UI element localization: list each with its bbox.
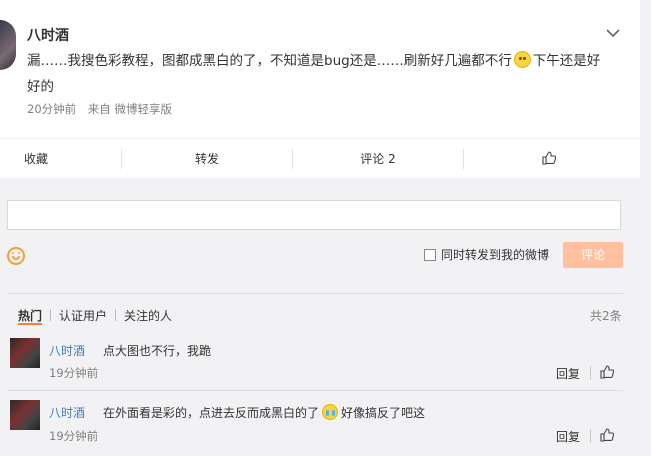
commenter-avatar[interactable] <box>10 400 40 430</box>
post-time[interactable]: 20分钟前 <box>27 102 76 116</box>
thumbs-up-icon[interactable] <box>600 365 614 379</box>
also-forward-label[interactable]: 同时转发到我的微博 <box>441 246 549 263</box>
post-content: 漏……我搜色彩教程，图都成黑白的了，不知道是bug还是……刷新好几遍都不行 下午还… <box>27 48 612 100</box>
reply-button[interactable]: 回复 <box>556 365 580 382</box>
thumbs-up-icon[interactable] <box>600 428 614 442</box>
active-tab-underline <box>18 323 42 325</box>
commenter-name[interactable]: 八时酒 <box>49 342 85 359</box>
also-forward-checkbox[interactable] <box>424 249 436 261</box>
comment-time: 19分钟前 <box>49 429 99 443</box>
crying-emoji-icon <box>322 404 339 420</box>
comment-input[interactable] <box>7 200 621 230</box>
tab-following[interactable]: 关注的人 <box>124 307 172 324</box>
comment-text: 点大图也不行，我跪 <box>103 344 212 358</box>
comment-section: 同时转发到我的微博 评论 热门 认证用户 关注的人 共2条 八时酒 点大图也不行，我… <box>0 178 640 456</box>
comment-text: 在外面看是彩的，点进去反而成黑白的了 好像搞反了吧这 <box>103 404 425 421</box>
forward-button[interactable]: 转发 <box>122 139 292 179</box>
comment-count: 共2条 <box>590 309 622 323</box>
post-author-name[interactable]: 八时酒 <box>27 25 69 45</box>
reply-like-divider <box>590 366 591 380</box>
comment-time: 19分钟前 <box>49 366 99 380</box>
post-meta: 20分钟前 来自 微博轻享版 <box>27 101 180 117</box>
comment-divider <box>7 390 623 391</box>
tab-divider <box>115 309 117 321</box>
emoji-picker-icon[interactable] <box>7 247 25 265</box>
section-divider <box>7 293 623 294</box>
thumbs-up-icon <box>542 151 557 165</box>
tab-hot[interactable]: 热门 <box>18 307 42 324</box>
post-card: 八时酒 漏……我搜色彩教程，图都成黑白的了，不知道是bug还是……刷新好几遍都不… <box>0 0 640 179</box>
post-text-part1: 漏……我搜色彩教程，图都成黑白的了，不知道是bug还是……刷新好几遍都不行 <box>27 53 512 69</box>
grin-emoji-icon <box>513 51 531 68</box>
author-avatar[interactable] <box>0 20 16 70</box>
commenter-name[interactable]: 八时酒 <box>49 404 85 421</box>
comment-button[interactable]: 评论 2 <box>293 139 463 179</box>
comment-text-part2: 好像搞反了吧这 <box>341 406 426 420</box>
commenter-avatar[interactable] <box>10 338 40 368</box>
reply-button[interactable]: 回复 <box>556 428 580 445</box>
post-source: 来自 微博轻享版 <box>87 102 172 116</box>
tab-verified[interactable]: 认证用户 <box>59 307 107 324</box>
post-actions: 收藏 转发 评论 2 <box>0 138 640 179</box>
tab-divider <box>50 309 52 321</box>
comment-text-part1: 在外面看是彩的，点进去反而成黑白的了 <box>103 406 320 420</box>
like-button[interactable] <box>464 139 634 179</box>
favorite-button[interactable]: 收藏 <box>0 139 72 179</box>
chevron-down-icon[interactable] <box>605 26 621 40</box>
submit-comment-button[interactable]: 评论 <box>563 242 623 268</box>
reply-like-divider <box>590 429 591 443</box>
comment-filter-tabs: 热门 认证用户 关注的人 <box>18 307 172 324</box>
